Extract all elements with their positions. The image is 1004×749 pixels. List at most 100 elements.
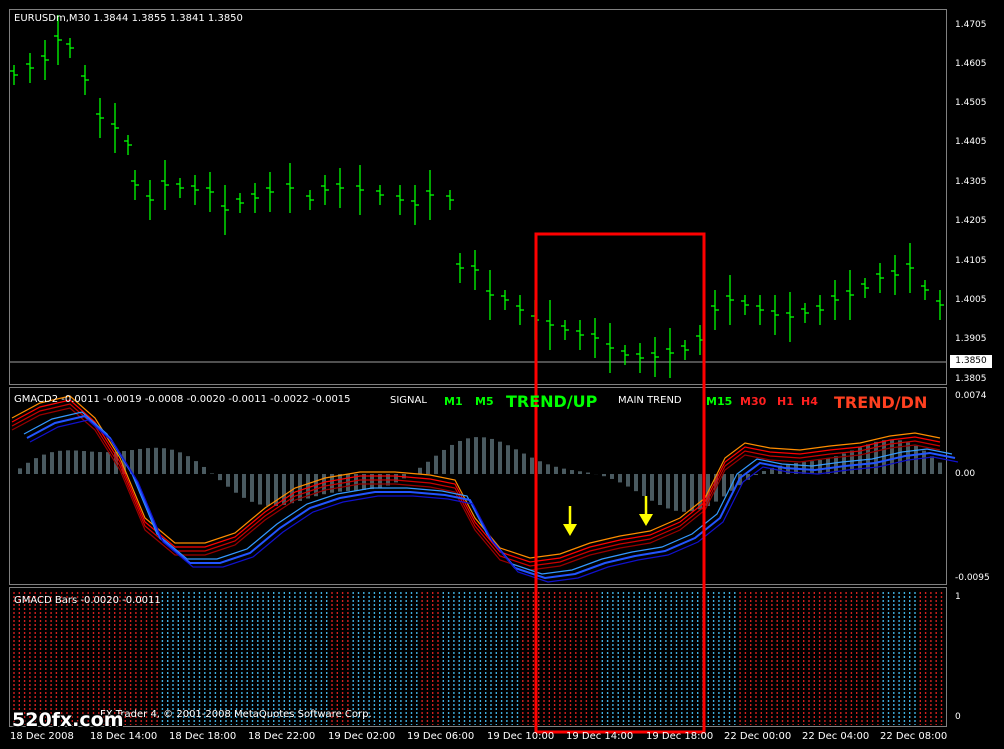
histogram-bar bbox=[18, 468, 22, 474]
histogram-bar bbox=[610, 474, 614, 479]
histogram-bar bbox=[522, 453, 526, 474]
histogram-bar bbox=[810, 461, 814, 474]
histogram-bar bbox=[442, 449, 446, 474]
time-axis-label: 19 Dec 06:00 bbox=[407, 731, 475, 742]
histogram-bar bbox=[586, 472, 590, 474]
histogram-bar bbox=[434, 455, 438, 474]
histogram-bar bbox=[578, 471, 582, 474]
gmacd2-axis-zero: 0.00 bbox=[955, 469, 976, 479]
trend-m15: M15 bbox=[706, 395, 733, 408]
price-axis-label: 1.4505 bbox=[955, 98, 987, 108]
histogram-bar bbox=[626, 474, 630, 487]
histogram-bar bbox=[530, 457, 534, 474]
histogram-bar bbox=[674, 474, 678, 511]
trend-m30: M30 bbox=[740, 395, 767, 408]
histogram-bar bbox=[298, 474, 302, 501]
macd-signal-line bbox=[11, 407, 941, 571]
histogram-bar bbox=[938, 462, 942, 474]
histogram-bar bbox=[82, 451, 86, 474]
time-axis-label: 18 Dec 18:00 bbox=[169, 731, 237, 742]
histogram-bar bbox=[698, 474, 702, 510]
chart-drawing bbox=[10, 15, 959, 734]
histogram-bar bbox=[554, 466, 558, 474]
histogram-bar bbox=[514, 449, 518, 474]
trend-h1: H1 bbox=[777, 395, 794, 408]
histogram-bar bbox=[50, 452, 54, 474]
time-axis-label: 19 Dec 10:00 bbox=[487, 731, 555, 742]
histogram-bar bbox=[226, 474, 230, 487]
histogram-bar bbox=[162, 448, 166, 474]
signal-arrow-down-icon-head bbox=[563, 524, 577, 536]
histogram-bar bbox=[426, 461, 430, 474]
metatrader-chart-window: EURUSDm,M30 1.3844 1.3855 1.3841 1.3850 … bbox=[0, 0, 1004, 749]
histogram-bar bbox=[850, 450, 854, 474]
price-axis-label: 1.4105 bbox=[955, 256, 987, 266]
histogram-bar bbox=[66, 450, 70, 474]
price-axis-label: 1.4705 bbox=[955, 20, 987, 30]
gmacd2-axis-top: 0.0074 bbox=[955, 391, 987, 401]
trend-h4: H4 bbox=[801, 395, 818, 408]
histogram-bar bbox=[178, 452, 182, 474]
price-chart-title: EURUSDm,M30 1.3844 1.3855 1.3841 1.3850 bbox=[14, 13, 243, 24]
histogram-bar bbox=[474, 437, 478, 474]
histogram-bar bbox=[170, 449, 174, 474]
price-axis-label: 1.3805 bbox=[955, 374, 987, 384]
histogram-bar bbox=[34, 458, 38, 474]
highlight-box bbox=[534, 232, 706, 734]
histogram-bar bbox=[210, 473, 214, 474]
histogram-bar bbox=[666, 474, 670, 509]
histogram-bar bbox=[418, 467, 422, 474]
time-axis-label: 22 Dec 08:00 bbox=[880, 731, 948, 742]
histogram-bar bbox=[242, 474, 246, 498]
copyright-text: FX Trader 4, © 2001-2008 MetaQuotes Soft… bbox=[100, 709, 372, 720]
histogram-bar bbox=[202, 466, 206, 474]
time-axis-label: 19 Dec 14:00 bbox=[566, 731, 634, 742]
histogram-bar bbox=[234, 474, 238, 493]
histogram-bar bbox=[466, 438, 470, 474]
signal-label: SIGNAL bbox=[390, 395, 427, 406]
histogram-bar bbox=[450, 444, 454, 474]
histogram-bar bbox=[906, 442, 910, 474]
time-axis-label: 22 Dec 00:00 bbox=[724, 731, 792, 742]
histogram-bar bbox=[26, 462, 30, 474]
histogram-bar bbox=[930, 456, 934, 474]
histogram-bar bbox=[690, 474, 694, 512]
price-axis-label: 1.4305 bbox=[955, 177, 987, 187]
histogram-bar bbox=[682, 474, 686, 512]
histogram-bar bbox=[90, 451, 94, 474]
main-trend-label: MAIN TREND bbox=[618, 395, 682, 406]
histogram-bar bbox=[826, 458, 830, 474]
price-axis-label: 1.4205 bbox=[955, 216, 987, 226]
time-axis-label: 18 Dec 2008 bbox=[10, 731, 74, 742]
gmacd-bars-title: GMACD Bars -0.0020 -0.0011 bbox=[14, 595, 161, 606]
histogram-bar bbox=[258, 474, 262, 505]
histogram-bar bbox=[482, 437, 486, 474]
histogram-bar bbox=[106, 452, 110, 474]
gmacd-bars-axis-bottom: 0 bbox=[955, 712, 961, 722]
histogram-bar bbox=[722, 474, 726, 497]
gmacd2-title: GMACD2 -0.0011 -0.0019 -0.0008 -0.0020 -… bbox=[14, 394, 351, 405]
macd-signal-line bbox=[11, 399, 941, 563]
histogram-bar bbox=[490, 438, 494, 474]
histogram-bar bbox=[570, 470, 574, 474]
histogram-bar bbox=[138, 448, 142, 474]
histogram-bar bbox=[634, 474, 638, 492]
histogram-bar bbox=[818, 459, 822, 474]
histogram-bar bbox=[146, 448, 150, 474]
time-axis-label: 19 Dec 18:00 bbox=[646, 731, 714, 742]
histogram-bar bbox=[394, 474, 398, 483]
histogram-bar bbox=[562, 468, 566, 474]
histogram-bar bbox=[498, 441, 502, 474]
macd-signal-line bbox=[11, 403, 941, 567]
histogram-bar bbox=[658, 474, 662, 506]
histogram-bar bbox=[218, 474, 222, 481]
histogram-bar bbox=[154, 447, 158, 474]
watermark-logo: 520fx.com bbox=[12, 709, 124, 731]
price-axis-label: 1.4605 bbox=[955, 59, 987, 69]
price-axis-label: 1.3905 bbox=[955, 334, 987, 344]
price-axis-label: 1.4005 bbox=[955, 295, 987, 305]
histogram-bar bbox=[642, 474, 646, 497]
current-price-marker: 1.3850 bbox=[950, 355, 992, 368]
macd-signal-line bbox=[11, 395, 941, 559]
histogram-bar bbox=[506, 445, 510, 474]
